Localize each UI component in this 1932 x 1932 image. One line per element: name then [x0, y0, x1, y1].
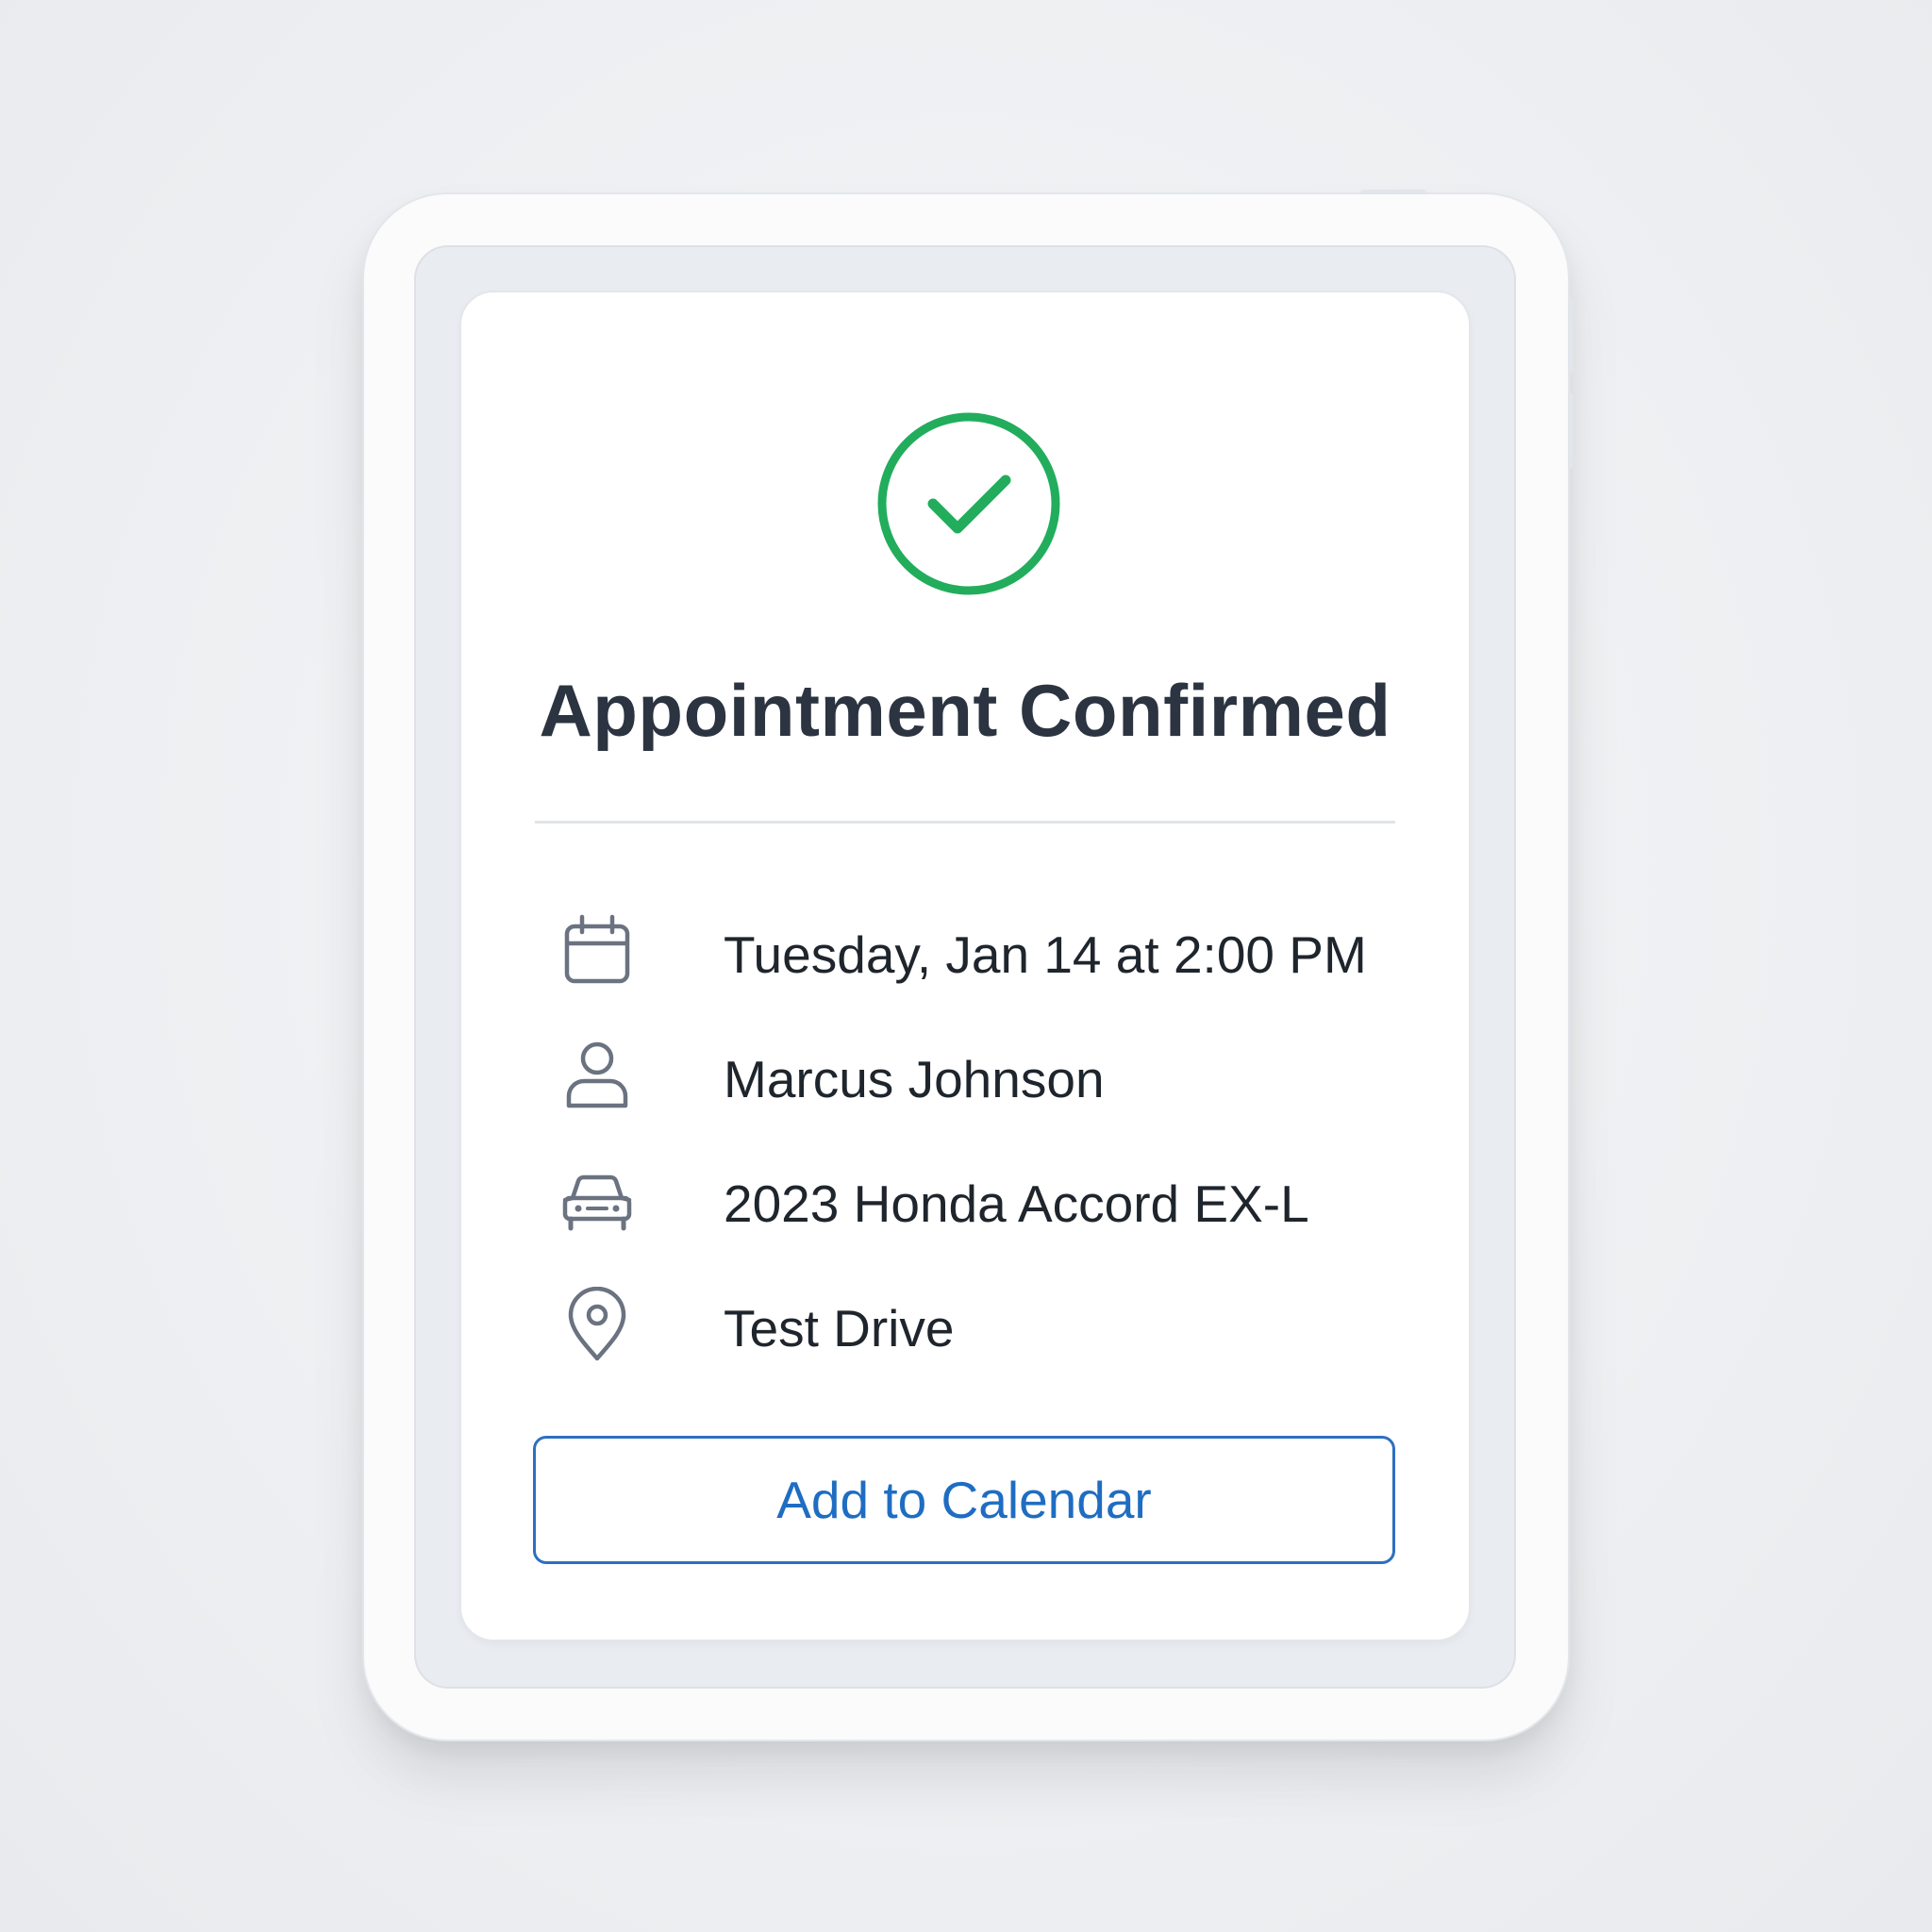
- device-side-button: [1568, 298, 1574, 374]
- customer-name: Marcus Johnson: [724, 1050, 1105, 1108]
- detail-row-vehicle: 2023 Honda Accord EX-L: [559, 1153, 1390, 1247]
- car-icon: [562, 1174, 632, 1231]
- device-side-button: [1568, 392, 1574, 468]
- detail-row-appointment-type: Test Drive: [559, 1277, 1390, 1372]
- person-icon: [566, 1041, 628, 1108]
- appointment-datetime: Tuesday, Jan 14 at 2:00 PM: [724, 925, 1367, 984]
- background: Appointment Confirmed Tuesday, Jan 14 at…: [0, 0, 1932, 1932]
- tablet-device: Appointment Confirmed Tuesday, Jan 14 at…: [364, 190, 1574, 1740]
- check-circle-icon: [877, 412, 1060, 595]
- calendar-icon: [564, 914, 630, 984]
- vehicle-name: 2023 Honda Accord EX-L: [724, 1174, 1309, 1233]
- detail-row-person: Marcus Johnson: [559, 1028, 1390, 1123]
- page-title: Appointment Confirmed: [539, 669, 1391, 752]
- add-to-calendar-label: Add to Calendar: [776, 1471, 1152, 1529]
- screen-bezel: Appointment Confirmed Tuesday, Jan 14 at…: [414, 245, 1516, 1689]
- appointment-type: Test Drive: [724, 1299, 955, 1357]
- location-pin-icon: [568, 1287, 626, 1361]
- divider: [535, 821, 1395, 824]
- device-top-button: [1360, 190, 1426, 194]
- confirmation-card: Appointment Confirmed Tuesday, Jan 14 at…: [461, 292, 1469, 1640]
- add-to-calendar-button[interactable]: Add to Calendar: [533, 1436, 1395, 1564]
- detail-row-date: Tuesday, Jan 14 at 2:00 PM: [559, 904, 1390, 998]
